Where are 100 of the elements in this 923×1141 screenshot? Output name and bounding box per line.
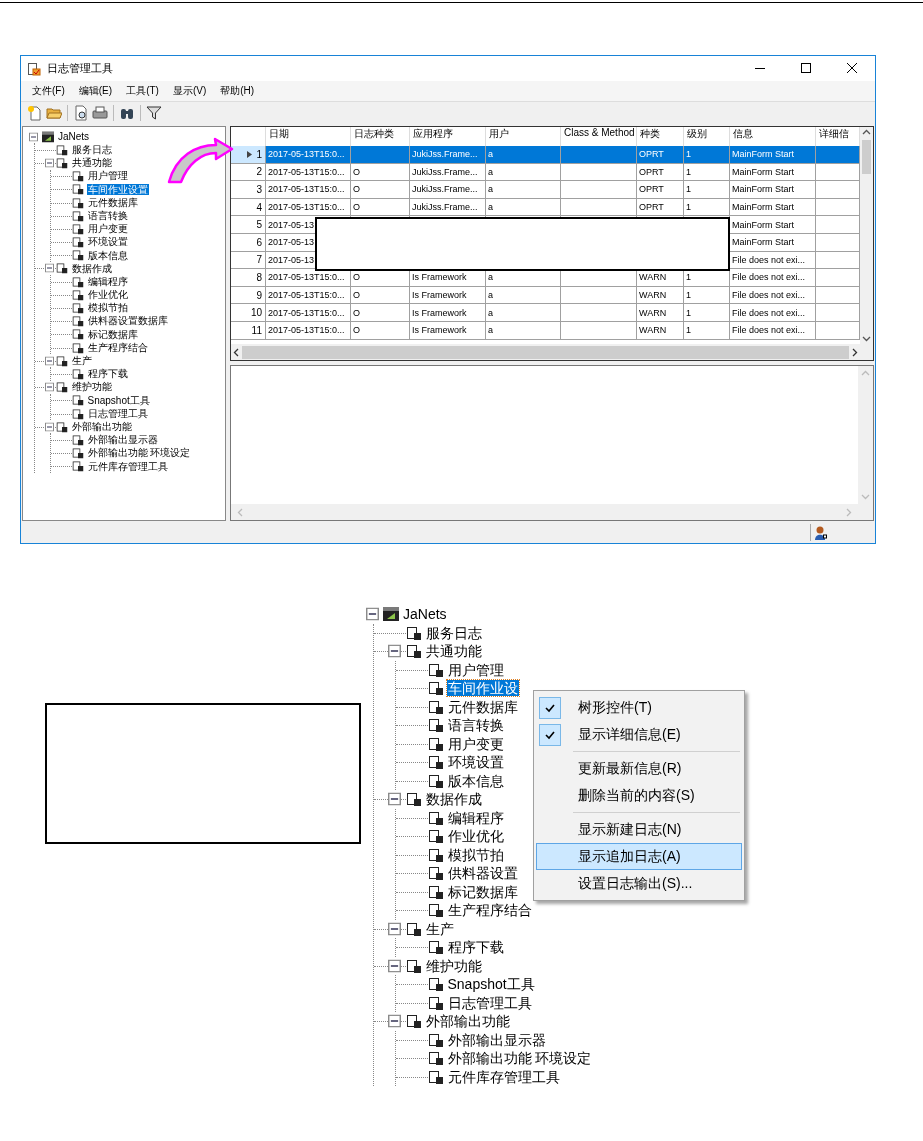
tree-item[interactable]: 共通功能 <box>70 157 113 169</box>
collapse-toggle[interactable] <box>366 607 379 621</box>
tree-item[interactable]: 数据作成 <box>70 262 113 275</box>
tree-item[interactable]: 标记数据库 <box>446 883 519 900</box>
tree-item[interactable]: Snapshot工具 <box>86 394 151 407</box>
tree-item[interactable]: 服务日志 <box>424 624 483 641</box>
tree-item[interactable]: 用户变更 <box>86 223 129 235</box>
tree-item[interactable]: 外部输出显示器 <box>86 434 159 446</box>
menu-item[interactable]: 帮助(H) <box>213 82 262 100</box>
tree-item[interactable]: 服务日志 <box>70 144 113 156</box>
tree-item[interactable]: 元件数据库 <box>86 196 139 209</box>
collapse-toggle[interactable] <box>388 644 401 658</box>
scrollbar-thumb[interactable] <box>862 140 871 174</box>
tree-item[interactable]: 生产 <box>70 355 93 367</box>
tree-item[interactable]: 生产程序结合 <box>446 902 533 919</box>
row-header[interactable]: 10 <box>231 304 266 322</box>
tree-item[interactable]: 生产程序结合 <box>86 341 149 354</box>
collapse-toggle[interactable] <box>45 356 54 366</box>
row-header[interactable]: 2 <box>231 163 266 182</box>
row-header[interactable]: 7 <box>231 251 266 270</box>
menu-item[interactable]: 显示新建日志(N) <box>536 816 742 843</box>
column-header[interactable]: 种类 <box>637 127 684 146</box>
row-header[interactable]: 4 <box>231 198 266 217</box>
tree-item[interactable]: 作业优化 <box>446 828 505 845</box>
tree-item[interactable]: 供料器设置数据库 <box>86 315 169 327</box>
menu-item[interactable]: 显示详细信息(E) <box>536 721 742 748</box>
tree-item[interactable]: 外部输出功能 <box>70 420 133 433</box>
collapse-toggle[interactable] <box>45 382 54 392</box>
row-header[interactable]: 1 <box>231 146 266 164</box>
collapse-toggle[interactable] <box>29 132 38 142</box>
menu-item[interactable]: 工具(T) <box>119 82 166 100</box>
menu-item[interactable]: 编辑(E) <box>71 82 120 100</box>
tree-item[interactable]: 用户管理 <box>446 661 505 678</box>
tree-item[interactable]: 标记数据库 <box>86 328 139 341</box>
tree-item[interactable]: 日志管理工具 <box>86 407 149 420</box>
tree-item[interactable]: 作业优化 <box>86 289 129 301</box>
column-header[interactable]: 详细信 <box>816 127 860 146</box>
row-header[interactable]: 5 <box>231 216 266 234</box>
collapse-toggle[interactable] <box>388 792 401 806</box>
tree-item[interactable]: 语言转换 <box>86 209 129 222</box>
tree-item[interactable]: 环境设置 <box>86 236 129 248</box>
tree-item[interactable]: 外部输出功能 <box>424 1013 511 1030</box>
tree-item[interactable]: 编辑程序 <box>86 275 129 288</box>
row-header[interactable]: 9 <box>231 286 266 305</box>
row-header[interactable]: 3 <box>231 181 266 199</box>
print-preview-icon[interactable] <box>73 105 89 121</box>
table-row[interactable]: 1 2017-05-13T15:0... JukiJss.Frame... a OPRT 1 MainForm Start <box>231 146 860 164</box>
filter-icon[interactable] <box>146 105 162 121</box>
tree-item[interactable]: 模拟节拍 <box>86 302 129 314</box>
table-row[interactable]: 2 2017-05-13T15:0... O JukiJss.Frame... a OPRT 1 MainForm Start <box>231 163 860 182</box>
tree-item[interactable]: 维护功能 <box>424 957 483 974</box>
tree-item[interactable]: 日志管理工具 <box>446 994 533 1011</box>
collapse-toggle[interactable] <box>388 922 401 936</box>
tree-item[interactable]: 车间作业设置 <box>86 183 149 196</box>
column-header[interactable]: 级别 <box>684 127 730 146</box>
tree-item[interactable]: JaNets <box>57 130 91 143</box>
tree-item[interactable]: 车间作业设 <box>446 680 519 697</box>
tree-item[interactable]: 版本信息 <box>86 249 129 262</box>
column-header[interactable]: Class & Method <box>561 127 637 146</box>
tree-item[interactable]: 维护功能 <box>70 381 113 393</box>
table-row[interactable]: 11 2017-05-13T15:0... O Is Framework a WARN 1 File does not exi... <box>231 321 860 340</box>
tree-item[interactable]: 生产 <box>424 920 455 937</box>
tree-item[interactable]: 编辑程序 <box>446 809 505 826</box>
tree-item[interactable]: 模拟节拍 <box>446 846 505 863</box>
menu-item[interactable]: 树形控件(T) <box>536 694 742 721</box>
table-row[interactable]: 3 2017-05-13T15:0... O JukiJss.Frame... a OPRT 1 MainForm Start <box>231 181 860 199</box>
tree-item[interactable]: 外部输出显示器 <box>446 1031 547 1048</box>
open-folder-icon[interactable] <box>46 105 62 121</box>
tree-item[interactable]: 程序下载 <box>446 939 505 956</box>
tree-item[interactable]: 共通功能 <box>424 643 483 660</box>
collapse-toggle[interactable] <box>45 422 54 432</box>
tree-item[interactable]: 语言转换 <box>446 717 505 734</box>
menu-item[interactable]: 删除当前的内容(S) <box>536 782 742 809</box>
table-row[interactable]: 10 2017-05-13T15:0... O Is Framework a WARN 1 File does not exi... <box>231 304 860 322</box>
tree-item[interactable]: 用户变更 <box>446 735 505 752</box>
tree-item[interactable]: 环境设置 <box>446 754 505 771</box>
row-header[interactable]: 8 <box>231 269 266 287</box>
tree-item[interactable]: JaNets <box>402 606 448 623</box>
column-header[interactable]: 应用程序 <box>410 127 486 146</box>
table-row[interactable]: 9 2017-05-13T15:0... O Is Framework a WARN 1 File does not exi... <box>231 286 860 305</box>
menu-item[interactable]: 显示(V) <box>165 82 214 100</box>
new-file-icon[interactable] <box>27 105 43 121</box>
tree-item[interactable]: 程序下载 <box>86 368 129 380</box>
menu-item[interactable]: 显示追加日志(A) <box>536 843 742 870</box>
row-header[interactable]: 6 <box>231 233 266 252</box>
collapse-toggle[interactable] <box>388 1014 401 1028</box>
tree-item[interactable]: 供料器设置 <box>446 865 519 882</box>
menu-item[interactable]: 设置日志输出(S)... <box>536 870 742 897</box>
menu-item[interactable]: 更新最新信息(R) <box>536 755 742 782</box>
collapse-toggle[interactable] <box>45 263 54 273</box>
menu-item[interactable]: 文件(F) <box>25 82 72 100</box>
tree-item[interactable]: 元件库存管理工具 <box>446 1068 561 1085</box>
column-header[interactable]: 信息 <box>730 127 816 146</box>
tree-item[interactable]: 元件库存管理工具 <box>86 460 169 473</box>
row-header[interactable]: 11 <box>231 321 266 340</box>
tree-item[interactable]: 数据作成 <box>424 791 483 808</box>
tree-item[interactable]: 外部输出功能 环境设定 <box>86 447 192 459</box>
tree-item[interactable]: 用户管理 <box>86 170 129 182</box>
table-row[interactable]: 4 2017-05-13T15:0... O JukiJss.Frame... a OPRT 1 MainForm Start <box>231 198 860 217</box>
tree-item[interactable]: 外部输出功能 环境设定 <box>446 1050 593 1067</box>
